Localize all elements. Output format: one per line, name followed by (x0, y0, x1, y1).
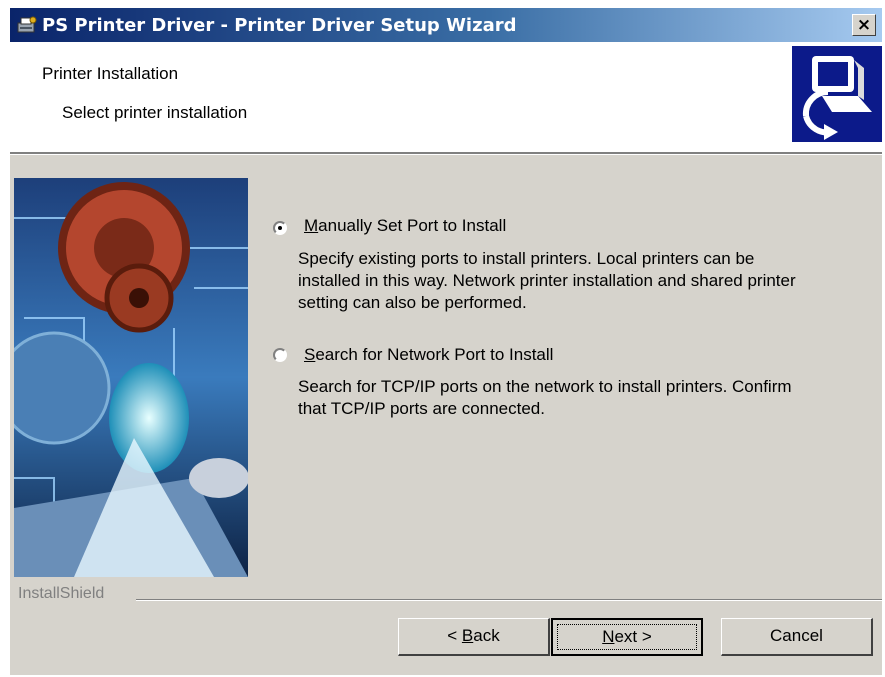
close-icon: × (856, 15, 872, 35)
option-manual-port-description: Specify existing ports to install printe… (298, 249, 796, 312)
page-title: Printer Installation (42, 64, 179, 83)
option-network-port-description: Search for TCP/IP ports on the network t… (298, 377, 792, 418)
brand-label: InstallShield (18, 585, 111, 603)
setup-wizard-window: PS Printer Driver - Printer Driver Setup… (10, 8, 882, 675)
cancel-button[interactable]: Cancel (721, 618, 873, 656)
radio-manual-port[interactable] (273, 221, 287, 235)
page-subtitle: Select printer installation (62, 103, 248, 122)
option-network-port-label[interactable]: Search for Network Port to Install (304, 345, 553, 365)
close-button[interactable]: × (852, 14, 876, 36)
next-button[interactable]: Next > (551, 618, 703, 656)
title-bar[interactable]: PS Printer Driver - Printer Driver Setup… (10, 8, 882, 42)
window-title: PS Printer Driver - Printer Driver Setup… (42, 15, 517, 36)
focus-rect (557, 624, 697, 650)
computer-install-icon (792, 46, 882, 142)
footer-separator (136, 599, 882, 601)
printer-setup-icon (17, 16, 37, 33)
wizard-side-image (14, 178, 248, 577)
wizard-header: Printer Installation Select printer inst… (10, 42, 882, 152)
header-separator (10, 152, 882, 155)
radio-selected-dot (278, 226, 282, 230)
radio-network-port[interactable] (273, 348, 287, 362)
option-manual-port-label[interactable]: Manually Set Port to Install (304, 216, 506, 236)
installshield-brand: InstallShield (10, 585, 882, 607)
back-button[interactable]: < Back (398, 618, 550, 656)
